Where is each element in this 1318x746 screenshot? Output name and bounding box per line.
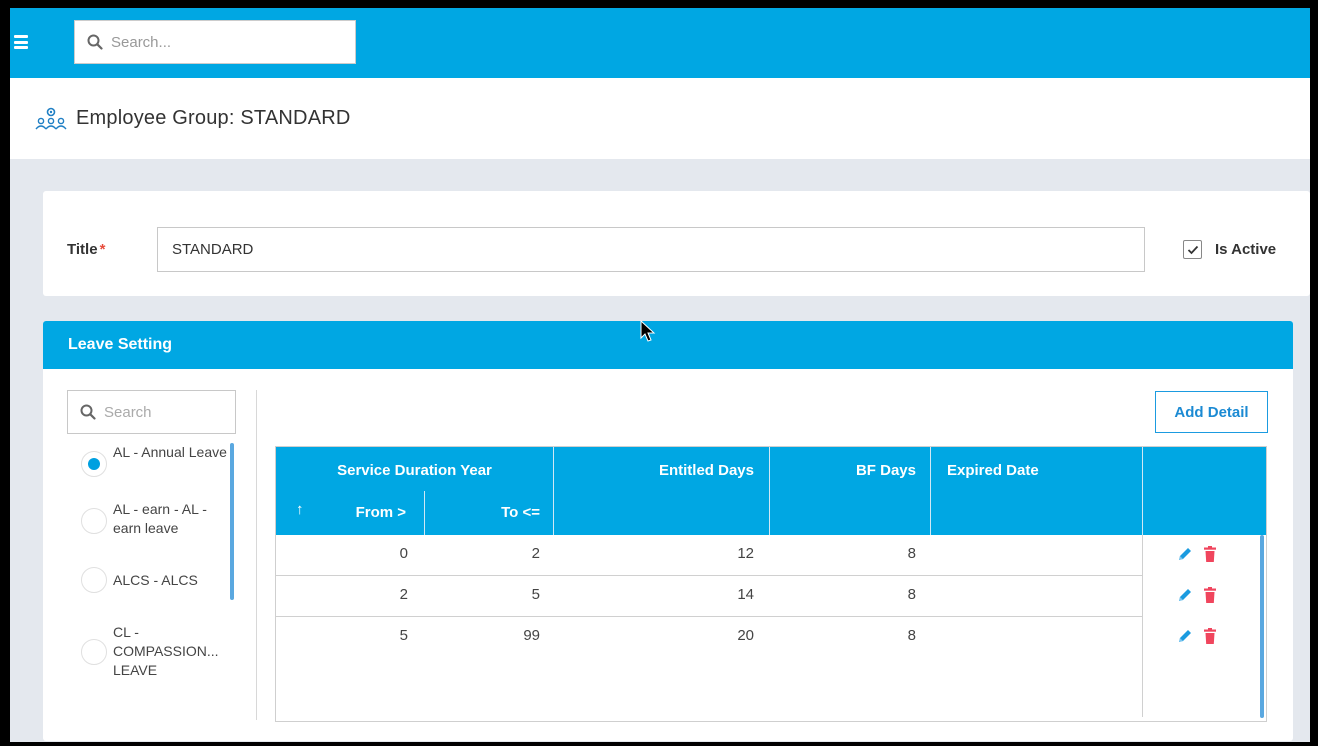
- radio-unselected[interactable]: [81, 639, 107, 665]
- sort-asc-icon[interactable]: ↑: [296, 501, 304, 518]
- service-duration-header: Service Duration Year: [337, 462, 492, 479]
- delete-icon[interactable]: [1201, 586, 1219, 604]
- required-marker: *: [99, 241, 106, 258]
- title-label-text: Title: [67, 241, 98, 258]
- leave-detail-table: Service Duration Year ↑ From > To <= Ent…: [275, 446, 1267, 722]
- cell-to: 5: [531, 586, 540, 603]
- header-divider: [553, 447, 554, 535]
- title-card: Title* Is Active: [43, 191, 1310, 296]
- mouse-cursor-icon: [640, 320, 656, 342]
- page-header: Employee Group: STANDARD: [10, 78, 1310, 159]
- header-divider: [424, 491, 425, 535]
- leave-type-label: ALCS - ALCS: [113, 572, 198, 588]
- col-from[interactable]: From >: [336, 504, 406, 521]
- table-row[interactable]: 0 2 12 8: [276, 535, 1142, 576]
- row-actions: [1142, 576, 1266, 617]
- edit-icon[interactable]: [1176, 627, 1194, 645]
- cell-bf: 8: [907, 627, 916, 644]
- cell-bf: 8: [907, 545, 916, 562]
- leave-type-search-input[interactable]: [104, 403, 224, 421]
- edit-icon[interactable]: [1176, 545, 1194, 563]
- cell-from: 0: [399, 545, 408, 562]
- edit-icon[interactable]: [1176, 586, 1194, 604]
- cell-from: 5: [399, 627, 408, 644]
- cell-entitled: 12: [737, 545, 754, 562]
- delete-icon[interactable]: [1201, 545, 1219, 563]
- top-bar: [10, 8, 1310, 78]
- table-scrollbar[interactable]: [1260, 535, 1264, 718]
- leave-setting-card: Leave Setting AL - Annual Leave AL - ear…: [43, 321, 1293, 741]
- row-actions: [1142, 535, 1266, 576]
- cell-to: 2: [531, 545, 540, 562]
- leave-type-label: CL - COMPASSION... LEAVE: [113, 624, 219, 678]
- leave-type-label: AL - earn - AL - earn leave: [113, 501, 207, 536]
- header-divider: [930, 447, 931, 535]
- table-row[interactable]: 5 99 20 8: [276, 617, 1142, 658]
- search-icon: [80, 404, 96, 420]
- col-expired-date[interactable]: Expired Date: [947, 462, 1039, 479]
- divider: [256, 390, 257, 720]
- table-header: Service Duration Year ↑ From > To <= Ent…: [276, 447, 1266, 535]
- add-detail-button[interactable]: Add Detail: [1155, 391, 1268, 433]
- page-title: Employee Group: STANDARD: [76, 107, 351, 129]
- radio-unselected[interactable]: [81, 567, 107, 593]
- leave-type-search[interactable]: [67, 390, 236, 434]
- header-divider: [1142, 447, 1143, 535]
- radio-selected[interactable]: [81, 451, 107, 477]
- hamburger-menu-icon[interactable]: [14, 35, 28, 49]
- table-row[interactable]: 2 5 14 8: [276, 576, 1142, 617]
- col-entitled-days[interactable]: Entitled Days: [556, 462, 754, 479]
- employee-group-icon: [35, 107, 67, 129]
- leave-setting-heading: Leave Setting: [43, 321, 1293, 369]
- actions-column-divider: [1142, 535, 1143, 717]
- is-active-label: Is Active: [1215, 241, 1277, 258]
- app-window: Employee Group: STANDARD Title* Is Activ…: [10, 8, 1310, 742]
- row-actions: [1142, 617, 1266, 658]
- cell-entitled: 20: [737, 627, 754, 644]
- checkmark-icon: [1187, 245, 1198, 254]
- leave-type-label: AL - Annual Leave: [113, 444, 227, 460]
- is-active-checkbox[interactable]: [1183, 240, 1202, 259]
- global-search-input[interactable]: [111, 33, 331, 51]
- cell-from: 2: [399, 586, 408, 603]
- global-search[interactable]: [74, 20, 356, 64]
- title-input[interactable]: [157, 227, 1145, 272]
- col-bf-days[interactable]: BF Days: [771, 462, 916, 479]
- header-divider: [769, 447, 770, 535]
- cell-entitled: 14: [737, 586, 754, 603]
- col-to[interactable]: To <=: [466, 504, 540, 521]
- delete-icon[interactable]: [1201, 627, 1219, 645]
- search-icon: [87, 34, 103, 50]
- cell-to: 99: [523, 627, 540, 644]
- leave-list-scrollbar[interactable]: [230, 443, 234, 600]
- title-label: Title *: [67, 241, 105, 258]
- cell-bf: 8: [907, 586, 916, 603]
- radio-unselected[interactable]: [81, 508, 107, 534]
